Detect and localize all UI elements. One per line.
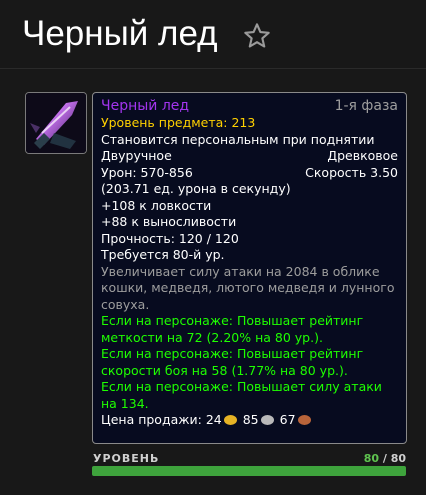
level-value: 80 / 80 [364, 452, 406, 465]
equip-attack-power[interactable]: Если на персонаже: Повышает силу атаки н… [101, 379, 398, 412]
level-max: 80 [390, 452, 406, 465]
level-current: 80 [363, 452, 379, 465]
equip-haste[interactable]: Если на персонаже: Повышает рейтинг скор… [101, 346, 398, 379]
item-phase: 1-я фаза [334, 98, 398, 114]
equip-hit[interactable]: Если на персонаже: Повышает рейтинг метк… [101, 313, 398, 346]
item-name: Черный лед [101, 98, 190, 114]
level-progress-fill [92, 466, 406, 476]
stat-agility: +108 к ловкости [101, 197, 212, 213]
page-title: Черный лед [22, 14, 218, 53]
item-speed: Скорость 3.50 [305, 164, 398, 180]
feral-bonus: Увеличивает силу атаки на 2084 в облике … [101, 263, 395, 312]
level-separator: / [379, 452, 391, 465]
item-dps: (203.71 ед. урона в секунду) [101, 181, 291, 196]
level-label: УРОВЕНЬ [93, 452, 160, 465]
gold-amount: 24 [205, 412, 222, 427]
star-icon[interactable] [243, 22, 271, 50]
item-hand: Двуручное [101, 148, 172, 163]
item-weapon-type: Древковое [327, 148, 398, 163]
item-damage: Урон: 570-856 [101, 164, 193, 180]
silver-coin-icon [260, 415, 274, 425]
sell-price-label: Цена продажи: [101, 412, 202, 427]
copper-coin-icon [297, 415, 311, 425]
item-icon[interactable] [25, 92, 87, 154]
level-progress-bar[interactable] [92, 466, 406, 476]
item-required-level: Требуется 80-й ур. [101, 247, 225, 262]
item-tooltip: Черный лед 1-я фаза Уровень предмета: 21… [92, 92, 407, 444]
item-level: Уровень предмета: 213 [101, 115, 256, 130]
silver-amount: 85 [242, 412, 259, 427]
copper-amount: 67 [279, 412, 296, 427]
stat-stamina: +88 к выносливости [101, 214, 237, 229]
ice-claw-weapon-icon [26, 93, 86, 153]
gold-coin-icon [223, 415, 237, 425]
sell-price: Цена продажи: 24 85 67 [101, 412, 398, 429]
item-durability: Прочность: 120 / 120 [101, 230, 239, 246]
header-divider [0, 68, 426, 69]
item-binding: Становится персональным при поднятии [101, 131, 375, 147]
